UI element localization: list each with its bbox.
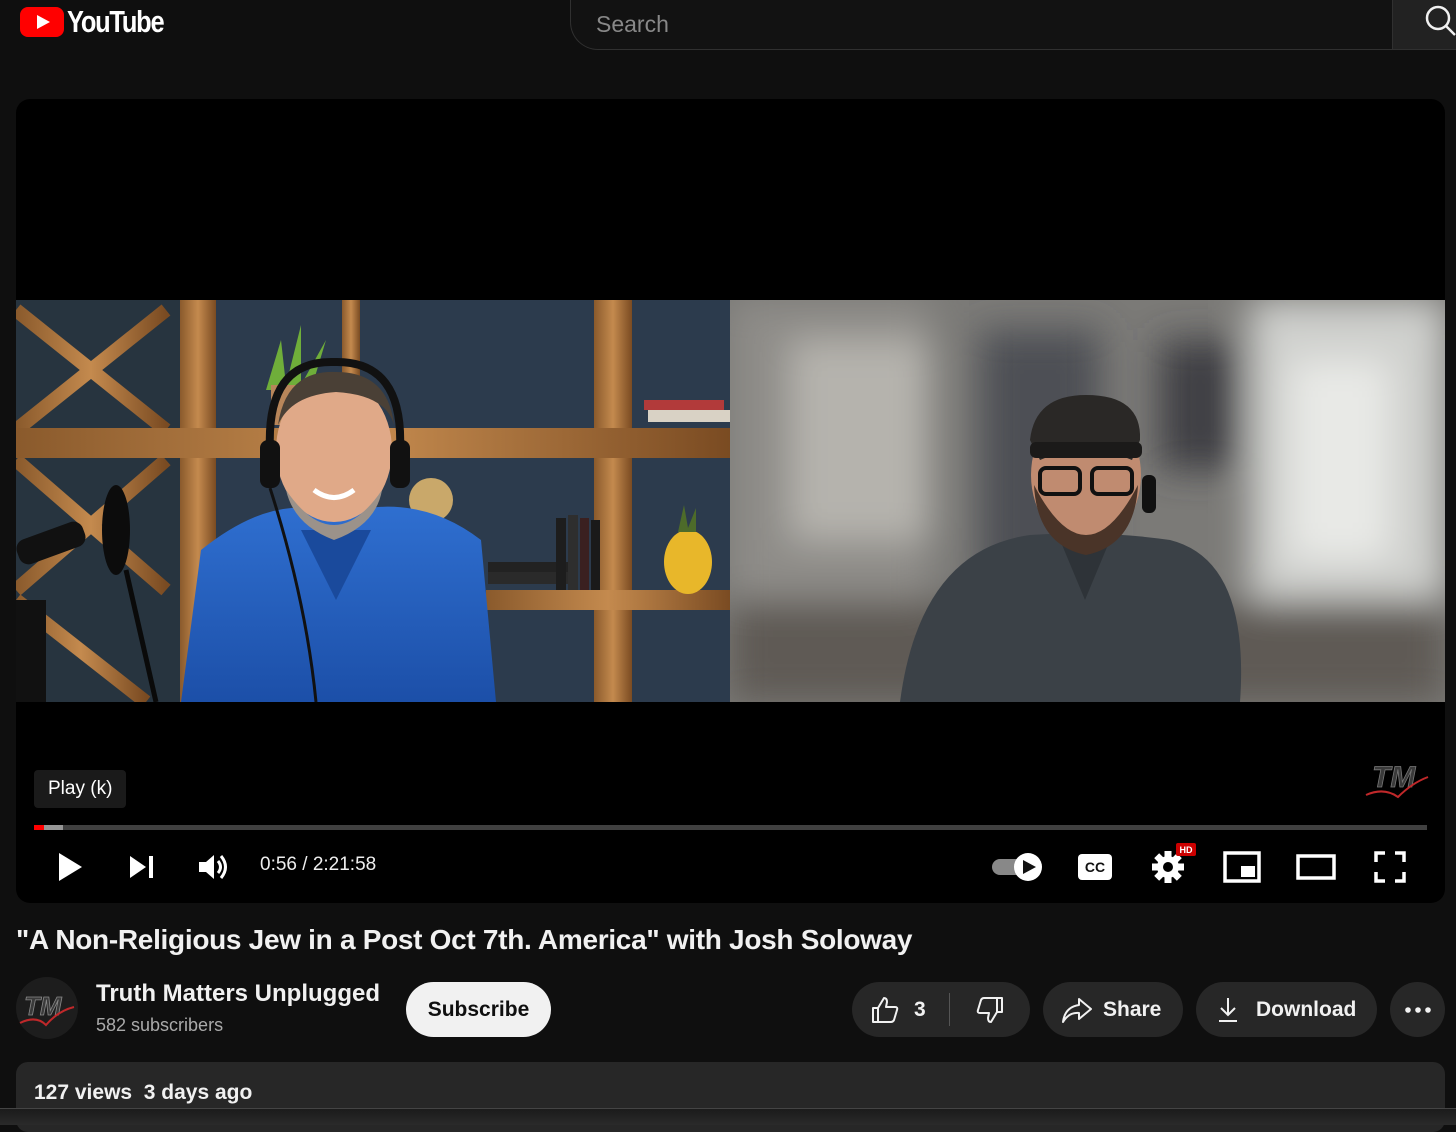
- like-count: 3: [914, 997, 926, 1021]
- download-label: Download: [1256, 997, 1357, 1021]
- right-participant-scene: [730, 300, 1445, 702]
- play-tooltip: Play (k): [34, 770, 127, 808]
- fullscreen-button[interactable]: [1370, 849, 1410, 885]
- progress-bar[interactable]: [34, 825, 1427, 830]
- miniplayer-button[interactable]: [1222, 849, 1262, 885]
- skip-next-icon: [130, 856, 153, 878]
- play-icon: [59, 853, 82, 881]
- subscribe-button[interactable]: Subscribe: [406, 982, 551, 1037]
- theater-icon: [1296, 854, 1336, 880]
- captions-label: CC: [1085, 859, 1105, 875]
- miniplayer-icon: [1223, 851, 1261, 883]
- youtube-play-logo-icon: [20, 7, 64, 37]
- logo-text: YouTube: [67, 4, 165, 39]
- time-display: 0:56 / 2:21:58: [260, 854, 377, 875]
- captions-button[interactable]: CC: [1076, 849, 1114, 885]
- settings-button[interactable]: HD: [1150, 843, 1198, 887]
- volume-icon: [199, 855, 227, 879]
- theater-mode-button[interactable]: [1294, 849, 1338, 885]
- progress-played: [34, 825, 44, 830]
- video-frame-left-participant: [16, 300, 730, 702]
- youtube-logo[interactable]: YouTube: [20, 4, 185, 39]
- captions-icon: CC: [1078, 854, 1112, 880]
- more-horizontal-icon: [1404, 1006, 1431, 1013]
- thumbs-up-icon: [872, 996, 899, 1023]
- tm-watermark-logo: TM: [1365, 761, 1429, 799]
- download-icon: [1219, 997, 1237, 1022]
- subscriber-count: 582 subscribers: [96, 1015, 224, 1035]
- mute-button[interactable]: [194, 849, 234, 885]
- like-button[interactable]: 3: [852, 982, 949, 1037]
- masthead: YouTube Search: [0, 0, 1456, 60]
- autoplay-toggle[interactable]: [990, 847, 1046, 887]
- search-input[interactable]: Search: [570, 0, 1392, 50]
- search-button[interactable]: [1392, 0, 1456, 50]
- search-placeholder: Search: [596, 10, 669, 37]
- share-button[interactable]: Share: [1043, 982, 1183, 1037]
- autoplay-icon: [992, 853, 1042, 881]
- play-button[interactable]: [52, 849, 88, 885]
- video-title: "A Non-Religious Jew in a Post Oct 7th. …: [16, 924, 913, 955]
- download-button[interactable]: Download: [1196, 982, 1377, 1037]
- dislike-button[interactable]: [950, 982, 1030, 1037]
- bottom-edge: [0, 1108, 1456, 1125]
- more-actions-button[interactable]: [1390, 982, 1445, 1037]
- left-participant-scene: [16, 300, 730, 702]
- video-player[interactable]: Play (k) TM 0:56 / 2:21:58 CC HD: [16, 99, 1445, 903]
- thumbs-down-icon: [976, 996, 1003, 1023]
- share-label: Share: [1103, 997, 1162, 1021]
- like-dislike-group: 3: [852, 982, 1030, 1037]
- view-count-and-date: 127 views 3 days ago: [34, 1081, 253, 1104]
- watermark-text: TM: [1372, 761, 1416, 794]
- next-button[interactable]: [124, 849, 160, 885]
- channel-logo: TM: [19, 991, 75, 1027]
- video-frame-right-participant: [730, 300, 1445, 702]
- fullscreen-icon: [1374, 851, 1406, 883]
- channel-avatar[interactable]: TM: [16, 977, 78, 1039]
- gear-icon: HD: [1152, 843, 1196, 883]
- search-icon: [1425, 5, 1456, 36]
- channel-watermark[interactable]: TM: [1364, 757, 1430, 808]
- channel-name[interactable]: Truth Matters Unplugged: [96, 980, 380, 1008]
- share-icon: [1062, 997, 1092, 1023]
- hd-badge: HD: [1180, 845, 1193, 855]
- avatar-text: TM: [24, 991, 63, 1021]
